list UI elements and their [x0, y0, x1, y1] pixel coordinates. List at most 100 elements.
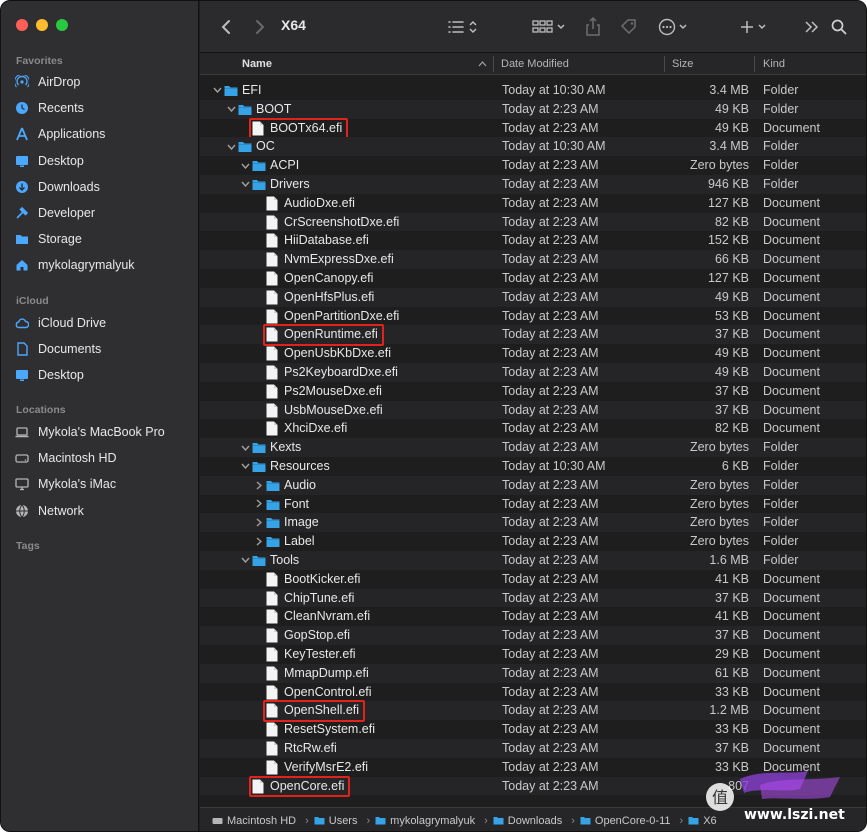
sidebar-item-mykola-s-imac[interactable]: Mykola's iMac [15, 473, 190, 495]
table-row[interactable]: ChipTune.efi Today at 2:23 AM 37 KB Documen… [200, 588, 866, 608]
file-name: CleanNvram.efi [284, 609, 371, 624]
sidebar-item-downloads[interactable]: Downloads [15, 176, 190, 198]
table-row[interactable]: ACPI Today at 2:23 AM Zero bytes Folder [200, 156, 866, 175]
table-row[interactable]: CleanNvram.efi Today at 2:23 AM 41 KB Docum… [200, 607, 866, 626]
table-row[interactable]: Audio Today at 2:23 AM Zero bytes Folder [200, 475, 866, 495]
zoom-button[interactable] [56, 19, 68, 31]
table-row[interactable]: HiiDatabase.efi Today at 2:23 AM 152 KB Doc… [200, 231, 866, 250]
table-row[interactable]: OpenCanopy.efi Today at 2:23 AM 127 KB Docu… [200, 269, 866, 288]
sidebar-item-desktop[interactable]: Desktop [15, 364, 190, 386]
table-row[interactable]: OpenControl.efi Today at 2:23 AM 33 KB Docu… [200, 683, 866, 702]
sidebar-item-documents[interactable]: Documents [15, 338, 190, 360]
path-item-label: Downloads [507, 814, 563, 827]
home-icon [15, 258, 29, 272]
chevron-right-icon[interactable] [254, 532, 264, 551]
chevron-down-icon[interactable] [240, 551, 250, 570]
sidebar-item-applications[interactable]: Applications [15, 123, 190, 145]
action-button[interactable] [657, 15, 691, 39]
sidebar-item-recents[interactable]: Recents [15, 97, 190, 119]
close-button[interactable] [16, 19, 28, 31]
table-row[interactable]: Ps2MouseDxe.efi Today at 2:23 AM 37 KB Docu… [200, 382, 866, 401]
folder-icon [266, 516, 280, 529]
table-row[interactable]: OpenUsbKbDxe.efi Today at 2:23 AM 49 KB Doc… [200, 344, 866, 363]
path-item[interactable]: mykolagrymalyuk [375, 815, 475, 827]
table-row[interactable]: NvmExpressDxe.efi Today at 2:23 AM 66 KB Do… [200, 250, 866, 269]
table-row[interactable]: OpenShell.efi Today at 2:23 AM 1.2 MB Docum… [200, 700, 866, 723]
path-item[interactable]: X6 [688, 815, 717, 827]
table-row[interactable]: CrScreenshotDxe.efi Today at 2:23 AM 82 KB… [200, 212, 866, 232]
tag-button[interactable] [618, 15, 640, 39]
table-row[interactable]: Kexts Today at 2:23 AM Zero bytes Folder [200, 438, 866, 457]
chevron-down-icon[interactable] [226, 100, 236, 119]
chevron-down-icon[interactable] [240, 156, 250, 175]
folder-icon [375, 816, 386, 825]
forward-button[interactable] [248, 15, 272, 39]
table-row[interactable]: BOOT Today at 2:23 AM 49 KB Folder [200, 99, 866, 119]
table-row[interactable]: OpenHfsPlus.efi Today at 2:23 AM 49 KB Docu… [200, 287, 866, 307]
table-row[interactable]: AudioDxe.efi Today at 2:23 AM 127 KB Docume… [200, 194, 866, 213]
sidebar-item-mykolagrymalyuk[interactable]: mykolagrymalyuk [15, 254, 190, 276]
overflow-button[interactable] [802, 15, 822, 39]
table-row[interactable]: Ps2KeyboardDxe.efi Today at 2:23 AM 49 KB D… [200, 363, 866, 382]
table-row[interactable]: MmapDump.efi Today at 2:23 AM 61 KB Documen… [200, 663, 866, 683]
column-date-modified[interactable]: Date Modified [501, 53, 569, 75]
path-item[interactable]: Macintosh HD [212, 815, 296, 827]
minimize-button[interactable] [36, 19, 48, 31]
chevron-down-icon[interactable] [240, 438, 250, 457]
table-row[interactable]: Tools Today at 2:23 AM 1.6 MB Folder [200, 551, 866, 570]
sidebar-item-airdrop[interactable]: AirDrop [15, 71, 190, 93]
path-item[interactable]: Users [314, 815, 357, 827]
chevron-right-icon[interactable] [254, 476, 264, 495]
table-row[interactable]: XhciDxe.efi Today at 2:23 AM 82 KB Document [200, 419, 866, 438]
table-row[interactable]: VerifyMsrE2.efi Today at 2:23 AM 33 KB Docu… [200, 758, 866, 777]
path-item[interactable]: Downloads [493, 815, 562, 827]
table-row[interactable]: BootKicker.efi Today at 2:23 AM 41 KB Docum… [200, 570, 866, 589]
file-size: 49 KB [714, 346, 749, 361]
file-date-modified: Today at 2:23 AM [502, 383, 599, 398]
back-button[interactable] [214, 15, 238, 39]
table-row[interactable]: ResetSystem.efi Today at 2:23 AM 33 KB Docu… [200, 720, 866, 739]
chevron-right-icon[interactable] [254, 495, 264, 514]
chevron-down-icon[interactable] [240, 457, 250, 476]
new-button[interactable] [740, 15, 770, 39]
column-name[interactable]: Name [242, 53, 272, 75]
table-row[interactable]: Image Today at 2:23 AM Zero bytes Folder [200, 513, 866, 533]
chevron-down-icon[interactable] [240, 175, 250, 194]
chevron-right-icon[interactable] [254, 513, 264, 532]
file-date-modified: Today at 2:23 AM [502, 553, 599, 567]
table-row[interactable]: Font Today at 2:23 AM Zero bytes Folder [200, 495, 866, 514]
view-mode-button[interactable] [446, 15, 482, 39]
table-row[interactable]: KeyTester.efi Today at 2:23 AM 29 KB Docume… [200, 645, 866, 664]
table-row[interactable]: EFI Today at 10:30 AM 3.4 MB Folder [200, 81, 866, 100]
share-button[interactable] [582, 15, 604, 39]
file-name: RtcRw.efi [284, 741, 337, 755]
sidebar-item-desktop[interactable]: Desktop [15, 150, 190, 172]
table-row[interactable]: OpenRuntime.efi Today at 2:23 AM 37 KB Docu… [200, 324, 866, 347]
table-row[interactable]: OpenCore.efi Today at 2:23 AM 807 [200, 775, 866, 798]
sidebar-item-icloud-drive[interactable]: iCloud Drive [15, 312, 190, 334]
file-name: Label [284, 534, 315, 549]
sidebar-item-developer[interactable]: Developer [15, 202, 190, 224]
sidebar-item-storage[interactable]: Storage [15, 228, 190, 250]
table-row[interactable]: UsbMouseDxe.efi Today at 2:23 AM 37 KB Docu… [200, 400, 866, 420]
chevron-down-icon[interactable] [226, 137, 236, 156]
sidebar-item-label: Developer [38, 206, 95, 220]
table-row[interactable]: Label Today at 2:23 AM Zero bytes Folder [200, 532, 866, 551]
column-kind[interactable]: Kind [763, 53, 785, 75]
table-row[interactable]: OpenPartitionDxe.efi Today at 2:23 AM 53 K… [200, 307, 866, 326]
chevron-down-icon[interactable] [212, 81, 222, 100]
table-row[interactable]: BOOTx64.efi Today at 2:23 AM 49 KB Document [200, 117, 866, 140]
table-row[interactable]: OC Today at 10:30 AM 3.4 MB Folder [200, 137, 866, 157]
sidebar-item-macintosh-hd[interactable]: Macintosh HD [15, 447, 190, 469]
group-button[interactable] [530, 15, 568, 39]
sidebar-section-locations: Locations [16, 404, 66, 416]
path-item[interactable]: OpenCore-0-11 [580, 815, 671, 827]
table-row[interactable]: RtcRw.efi Today at 2:23 AM 37 KB Document [200, 739, 866, 758]
table-row[interactable]: Resources Today at 10:30 AM 6 KB Folder [200, 457, 866, 476]
search-button[interactable] [828, 15, 850, 39]
column-size[interactable]: Size [672, 53, 693, 75]
sidebar-item-mykola-s-macbook-pro[interactable]: Mykola's MacBook Pro [15, 421, 190, 443]
table-row[interactable]: GopStop.efi Today at 2:23 AM 37 KB Document [200, 626, 866, 645]
table-row[interactable]: Drivers Today at 2:23 AM 946 KB Folder [200, 175, 866, 194]
sidebar-item-network[interactable]: Network [15, 500, 190, 522]
